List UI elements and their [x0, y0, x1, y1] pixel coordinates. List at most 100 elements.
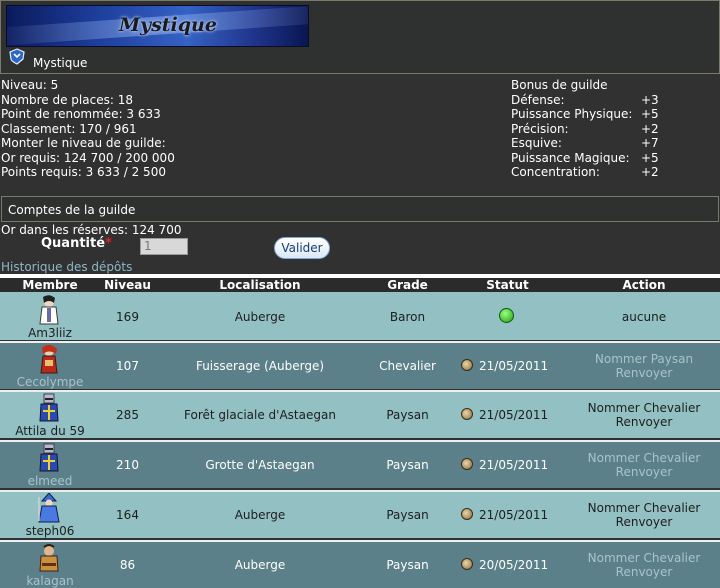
- member-status: 21/05/2011: [455, 359, 560, 373]
- last-seen-date: 21/05/2011: [479, 408, 549, 422]
- member-actions: Nommer Paysan Renvoyer: [570, 352, 718, 380]
- member-grade: Chevalier: [379, 359, 436, 373]
- row-separator: [0, 490, 720, 492]
- validate-button[interactable]: Valider: [274, 237, 330, 259]
- member-location: Grotte d'Astaegan: [205, 458, 315, 472]
- header-membre: Membre: [22, 278, 78, 292]
- member-avatar-icon: [38, 493, 60, 523]
- member-name[interactable]: elmeed: [0, 474, 100, 488]
- guild-info: Niveau: 5 Nombre de places: 18 Point de …: [1, 78, 175, 180]
- bonus-value: +5: [641, 107, 659, 121]
- member-location: Fuisserage (Auberge): [195, 359, 325, 373]
- level-up-label: Monter le niveau de guilde:: [1, 136, 166, 150]
- member-name[interactable]: Am3liiz: [0, 326, 100, 340]
- bonus-label: Précision:: [511, 121, 569, 136]
- member-name[interactable]: steph06: [0, 524, 100, 538]
- member-location: Auberge: [234, 508, 286, 522]
- member-avatar-icon: [39, 393, 59, 422]
- member-location: Forêt glaciale d'Astaegan: [184, 408, 336, 422]
- member-avatar-icon: [39, 443, 59, 472]
- bonus-row: Puissance Physique: +5: [511, 107, 711, 122]
- dismiss-button[interactable]: Renvoyer: [570, 366, 718, 380]
- bonus-row: Concentration: +2: [511, 165, 711, 180]
- table-row: kalagan 86 Auberge Paysan 20/05/2011 Nom…: [0, 540, 720, 588]
- promote-button[interactable]: Nommer Chevalier: [570, 501, 718, 515]
- member-grade: Paysan: [386, 458, 429, 472]
- member-avatar-icon: [39, 295, 59, 325]
- last-seen-date: 21/05/2011: [479, 458, 549, 472]
- member-location: Auberge: [234, 558, 286, 572]
- last-seen-date: 20/05/2011: [479, 558, 549, 572]
- points-required: Points requis: 3 633 / 2 500: [1, 165, 166, 179]
- row-separator: [0, 540, 720, 542]
- members-table-header: Membre Niveau Localisation Grade Statut …: [0, 278, 720, 292]
- bonus-label: Concentration:: [511, 165, 600, 179]
- clock-icon: [461, 508, 473, 520]
- guild-name: Mystique: [33, 56, 88, 70]
- dismiss-button[interactable]: Renvoyer: [570, 515, 718, 529]
- dismiss-button[interactable]: Renvoyer: [570, 565, 718, 579]
- member-level: 164: [116, 508, 139, 522]
- bonus-value: +7: [641, 136, 659, 150]
- table-row: steph06 164 Auberge Paysan 21/05/2011 No…: [0, 490, 720, 538]
- member-status: 20/05/2011: [455, 558, 560, 572]
- promote-button[interactable]: Nommer Chevalier: [570, 401, 718, 415]
- member-actions: Nommer Chevalier Renvoyer: [570, 401, 718, 429]
- member-avatar-icon: [40, 344, 58, 374]
- bonus-label: Puissance Magique:: [511, 150, 630, 165]
- member-level: 86: [119, 558, 136, 572]
- member-level: 169: [116, 310, 139, 324]
- header-action: Action: [622, 278, 666, 292]
- table-row: Cecolympe 107 Fuisserage (Auberge) Cheva…: [0, 341, 720, 389]
- quantity-label-text: Quantité: [41, 236, 106, 251]
- member-actions: Nommer Chevalier Renvoyer: [570, 501, 718, 529]
- dismiss-button[interactable]: Renvoyer: [570, 415, 718, 429]
- member-location: Auberge: [234, 310, 286, 324]
- bonus-row: Précision: +2: [511, 122, 711, 137]
- deposit-history-link[interactable]: Historique des dépôts: [1, 260, 132, 274]
- accounts-section-header: Comptes de la guilde: [1, 196, 719, 222]
- guild-level: Niveau: 5: [1, 78, 59, 92]
- member-avatar-icon: [39, 544, 59, 572]
- dismiss-button[interactable]: Renvoyer: [570, 465, 718, 479]
- member-status: 21/05/2011: [455, 458, 560, 472]
- bonus-row: Esquive: +7: [511, 136, 711, 151]
- clock-icon: [461, 408, 473, 420]
- header-niveau: Niveau: [104, 278, 151, 292]
- member-name[interactable]: Attila du 59: [0, 424, 100, 438]
- promote-button[interactable]: Nommer Paysan: [570, 352, 718, 366]
- bonus-label: Puissance Physique:: [511, 107, 633, 121]
- bonus-value: +2: [641, 121, 659, 136]
- table-row: elmeed 210 Grotte d'Astaegan Paysan 21/0…: [0, 440, 720, 488]
- row-separator: [0, 440, 720, 442]
- required-mark: *: [105, 236, 112, 251]
- last-seen-date: 21/05/2011: [479, 508, 549, 522]
- member-name[interactable]: kalagan: [0, 574, 100, 588]
- clock-icon: [461, 558, 473, 570]
- guild-renown: Point de renommée: 3 633: [1, 107, 161, 121]
- header-localisation: Localisation: [219, 278, 301, 292]
- member-actions: Nommer Chevalier Renvoyer: [570, 451, 718, 479]
- last-seen-date: 21/05/2011: [479, 359, 549, 373]
- clock-icon: [461, 458, 473, 470]
- promote-button[interactable]: Nommer Chevalier: [570, 551, 718, 565]
- bonus-label: Esquive:: [511, 136, 562, 150]
- member-name[interactable]: Cecolympe: [0, 375, 100, 389]
- clock-icon: [461, 359, 473, 371]
- quantity-input[interactable]: 1: [140, 238, 188, 255]
- accounts-title: Comptes de la guilde: [8, 203, 136, 217]
- bonus-label: Défense:: [511, 92, 565, 107]
- header-grade: Grade: [387, 278, 428, 292]
- guild-banner: Mystique: [6, 5, 309, 47]
- member-level: 107: [116, 359, 139, 373]
- gold-reserves: Or dans les réserves: 124 700: [1, 223, 182, 237]
- member-actions: Nommer Chevalier Renvoyer: [570, 551, 718, 579]
- bonus-title: Bonus de guilde: [511, 78, 608, 92]
- promote-button[interactable]: Nommer Chevalier: [570, 451, 718, 465]
- member-status: 21/05/2011: [455, 508, 560, 522]
- banner-title: Mystique: [119, 14, 217, 36]
- bonus-row: Puissance Magique: +5: [511, 151, 711, 166]
- guild-bonus: Bonus de guilde Défense: +3 Puissance Phy…: [511, 78, 711, 180]
- member-level: 285: [116, 408, 139, 422]
- online-status-icon: [499, 308, 514, 323]
